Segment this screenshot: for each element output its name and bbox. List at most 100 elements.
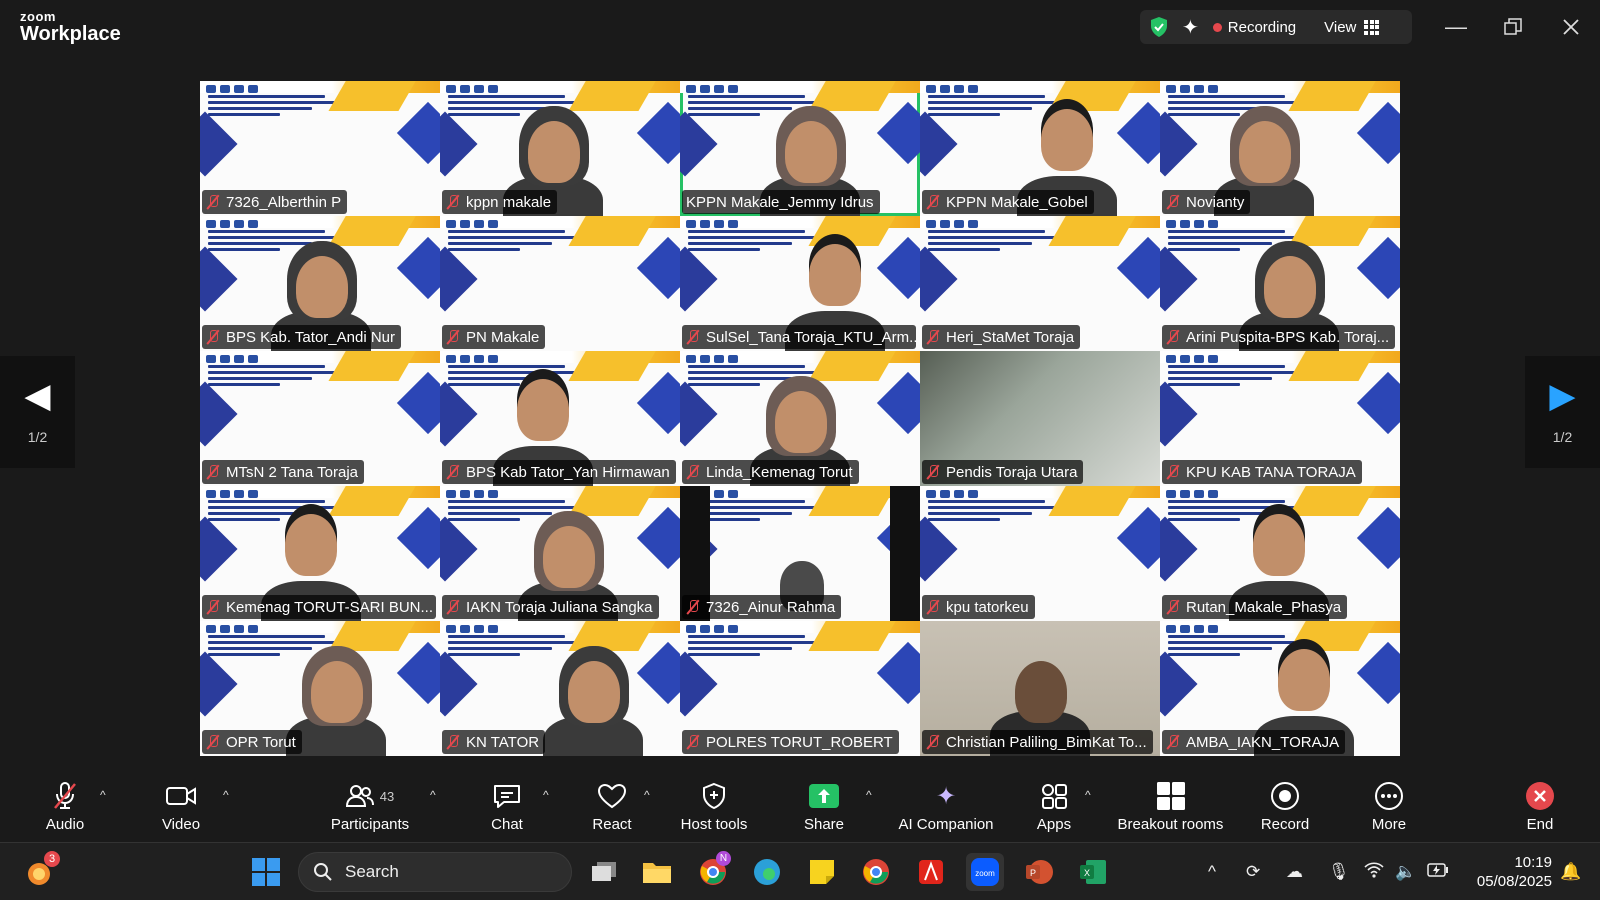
mic-muted-icon [926,464,940,480]
mic-muted-icon [446,599,460,615]
participant-video-tile[interactable]: IAKN Toraja Juliana Sangka [440,486,680,621]
share-options-caret-icon[interactable]: ^ [866,788,872,802]
restore-button[interactable] [1498,12,1528,42]
logo-zoom-text: zoom [20,9,56,24]
view-button[interactable]: View [1324,18,1380,36]
sticky-notes-icon[interactable] [803,853,841,891]
close-icon [1563,19,1579,35]
zoom-logo: zoom Workplace [20,10,121,44]
participant-name-label: Novianty [1162,190,1251,214]
encryption-shield-icon[interactable] [1148,16,1170,38]
participants-button[interactable]: 43 Participants [315,780,425,833]
participant-video-tile[interactable]: BPS Kab Tator_Yan Hirmawan [440,351,680,486]
participant-video-tile[interactable]: PN Makale [440,216,680,351]
restore-icon [1504,18,1522,35]
acrobat-reader-icon[interactable] [912,853,950,891]
sync-status-icon[interactable]: ⟳ [1246,862,1260,882]
breakout-rooms-button[interactable]: Breakout rooms [1113,780,1228,833]
show-hidden-icons-chevron-icon[interactable]: ^ [1208,862,1216,882]
participant-video-tile[interactable]: Pendis Toraja Utara [920,351,1160,486]
mic-muted-icon [686,329,700,345]
participant-video-tile[interactable]: BPS Kab. Tator_Andi Nur [200,216,440,351]
react-button[interactable]: React [557,780,667,833]
react-options-caret-icon[interactable]: ^ [644,788,650,802]
participant-video-tile[interactable]: POLRES TORUT_ROBERT [680,621,920,756]
page-indicator-left: 1/2 [27,429,48,445]
ai-companion-sparkle-icon[interactable]: ✦ [1182,15,1199,40]
minimize-button[interactable]: — [1441,12,1471,42]
mic-muted-icon [52,780,78,812]
task-view-icon[interactable] [585,853,623,891]
participant-video-tile[interactable]: Heri_StaMet Toraja [920,216,1160,351]
excel-icon[interactable]: X [1074,853,1112,891]
participant-name: Novianty [1186,193,1245,211]
chrome-profile-icon[interactable]: N [694,851,732,891]
participant-video-tile[interactable]: KPPN Makale_Gobel [920,81,1160,216]
powerpoint-icon[interactable]: P [1020,853,1058,891]
wifi-icon[interactable] [1364,862,1384,883]
microphone-tray-icon[interactable]: 🎙 [1328,862,1350,882]
chrome-profile-badge: N [716,851,731,866]
participant-video-tile[interactable]: Arini Puspita-BPS Kab. Toraj... [1160,216,1400,351]
onedrive-cloud-icon[interactable]: ☁ [1286,862,1303,882]
zoom-app-icon[interactable]: zoom [966,853,1004,891]
host-tools-label: Host tools [680,816,748,833]
participant-video-tile[interactable]: kpu tatorkeu [920,486,1160,621]
participant-video-tile[interactable]: OPR Torut [200,621,440,756]
battery-charging-icon[interactable] [1427,862,1449,882]
participant-video-tile[interactable]: KPU KAB TANA TORAJA [1160,351,1400,486]
participant-video-tile[interactable]: 7326_Alberthin P [200,81,440,216]
notifications-bell-icon[interactable]: 🔔 [1560,862,1581,882]
share-screen-icon [808,780,840,812]
participant-video-tile[interactable]: Kemenag TORUT-SARI BUN... [200,486,440,621]
apps-options-caret-icon[interactable]: ^ [1085,788,1091,802]
mic-muted-icon [686,734,700,750]
meeting-stage: ◀ 1/2 ▶ 1/2 7326_Alberthin P kppn makale K… [0,56,1600,770]
participant-video-tile[interactable]: KPPN Makale_Jemmy Idrus [680,81,920,216]
next-page-button[interactable]: ▶ 1/2 [1525,356,1600,468]
share-button[interactable]: Share [769,780,879,833]
apps-button[interactable]: Apps [999,780,1109,833]
end-meeting-button[interactable]: End [1485,780,1595,833]
participant-video-tile[interactable]: KN TATOR [440,621,680,756]
previous-page-button[interactable]: ◀ 1/2 [0,356,75,468]
chrome-browser-icon[interactable] [857,853,895,891]
record-button[interactable]: Record [1230,780,1340,833]
notification-app-icon[interactable]: 3 [22,851,60,891]
audio-options-caret-icon[interactable]: ^ [100,788,106,802]
video-gallery-grid: 7326_Alberthin P kppn makale KPPN Makale_J… [200,81,1400,756]
end-call-icon [1525,780,1555,812]
participant-video-tile[interactable]: Novianty [1160,81,1400,216]
video-options-caret-icon[interactable]: ^ [223,788,229,802]
taskbar-clock[interactable]: 10:19 05/08/2025 [1460,853,1552,891]
edge-browser-icon[interactable] [748,853,786,891]
breakout-rooms-icon [1156,780,1186,812]
participant-video-tile[interactable]: kppn makale [440,81,680,216]
participant-name-label: AMBA_IAKN_TORAJA [1162,730,1346,754]
ai-companion-button[interactable]: ✦ AI Companion [891,780,1001,834]
participant-video-tile[interactable]: Linda_Kemenag Torut [680,351,920,486]
volume-icon[interactable]: 🔈 [1395,862,1416,882]
close-window-button[interactable] [1556,12,1586,42]
participant-video-tile[interactable]: MTsN 2 Tana Toraja [200,351,440,486]
apps-label: Apps [1036,816,1072,833]
participant-video-tile[interactable]: Rutan_Makale_Phasya [1160,486,1400,621]
participant-video-tile[interactable]: 7326_Ainur Rahma [680,486,920,621]
more-label: More [1371,816,1407,833]
participant-video-tile[interactable]: Christian Paliling_BimKat To... [920,621,1160,756]
chat-options-caret-icon[interactable]: ^ [543,788,549,802]
chat-bubble-icon [492,780,522,812]
host-tools-button[interactable]: Host tools [659,780,769,833]
video-button[interactable]: Video [126,780,236,833]
ai-companion-label: AI Companion [898,816,994,833]
participant-video-tile[interactable]: AMBA_IAKN_TORAJA [1160,621,1400,756]
view-label: View [1324,18,1357,36]
file-explorer-icon[interactable] [638,853,676,891]
participants-options-caret-icon[interactable]: ^ [430,788,436,802]
audio-label: Audio [45,816,85,833]
participant-video-tile[interactable]: SulSel_Tana Toraja_KTU_Arm... [680,216,920,351]
more-button[interactable]: More [1334,780,1444,833]
windows-start-button[interactable] [247,853,285,891]
taskbar-search-box[interactable]: Search [298,852,572,892]
recording-indicator[interactable]: Recording [1212,19,1296,36]
